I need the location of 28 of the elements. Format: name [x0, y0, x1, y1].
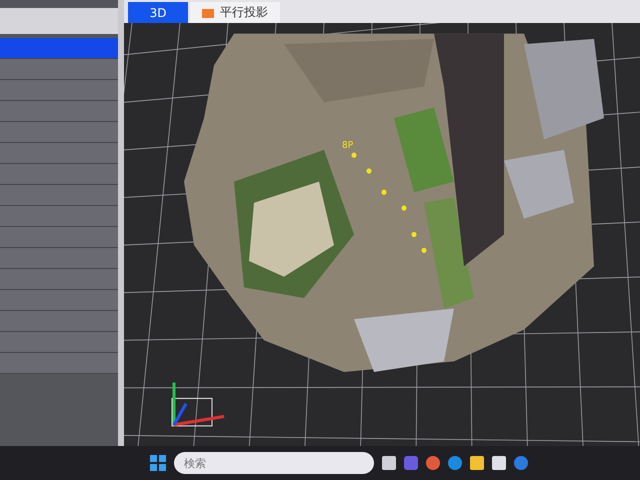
app-icon[interactable] [426, 456, 440, 470]
layer-row[interactable] [0, 164, 118, 185]
layer-row[interactable] [0, 38, 118, 59]
folder-icon [202, 8, 214, 18]
view-tab[interactable]: 3D [128, 2, 188, 23]
layer-row[interactable] [0, 269, 118, 290]
layer-row[interactable] [0, 311, 118, 332]
layer-row[interactable] [0, 353, 118, 374]
view-tab[interactable]: 平行投影 [190, 2, 280, 23]
layer-row[interactable] [0, 248, 118, 269]
marker-label: 8P [342, 140, 354, 151]
layer-row[interactable] [0, 122, 118, 143]
axis-gizmo-icon [171, 382, 224, 426]
layer-row[interactable] [0, 80, 118, 101]
app-icon[interactable] [404, 456, 418, 470]
app-icon[interactable] [448, 456, 462, 470]
folder-icon[interactable] [470, 456, 484, 470]
layer-row[interactable] [0, 206, 118, 227]
layer-row[interactable] [0, 332, 118, 353]
layer-row[interactable] [0, 143, 118, 164]
search-field[interactable]: 検索 [174, 452, 374, 474]
start-icon[interactable] [150, 455, 166, 471]
layer-row[interactable] [0, 227, 118, 248]
layer-row[interactable] [0, 101, 118, 122]
app-icon[interactable] [514, 456, 528, 470]
layer-row[interactable] [0, 59, 118, 80]
layer-row[interactable] [0, 290, 118, 311]
layer-row[interactable] [0, 185, 118, 206]
